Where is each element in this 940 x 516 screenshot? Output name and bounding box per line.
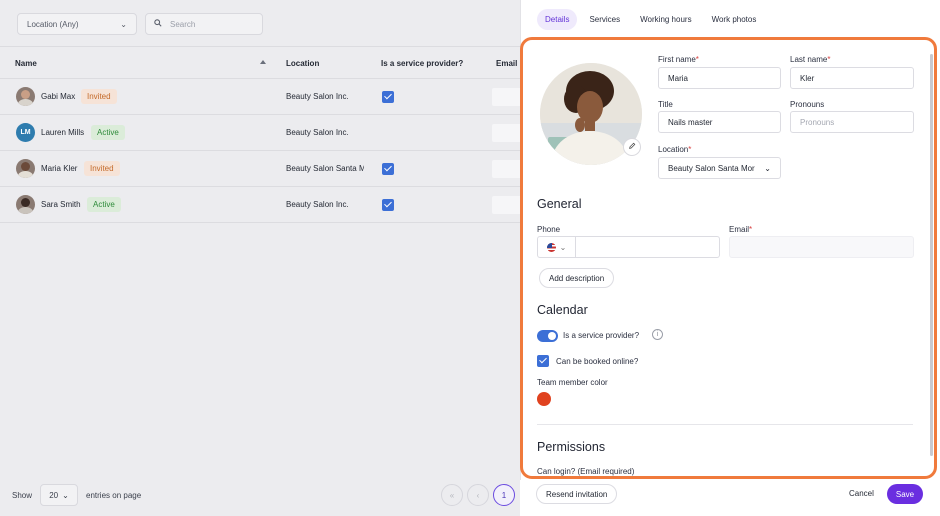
chevron-down-icon: ⌄	[764, 163, 771, 173]
last-name-label: Last name*	[790, 55, 831, 64]
search-icon	[154, 19, 162, 29]
location-value: Beauty Salon Santa Mor	[668, 163, 755, 173]
pronouns-field[interactable]: Pronouns	[790, 111, 914, 133]
booked-online-label: Can be booked online?	[556, 357, 639, 366]
avatar	[16, 159, 35, 178]
table-row[interactable]: Maria Kler Invited Beauty Salon Santa M	[0, 151, 520, 187]
tab-details[interactable]: Details	[537, 9, 578, 30]
member-name: Gabi Max	[41, 92, 76, 101]
save-button[interactable]: Save	[887, 484, 923, 504]
service-provider-checkbox[interactable]	[382, 199, 394, 211]
table-row[interactable]: LM Lauren Mills Active Beauty Salon Inc.	[0, 115, 520, 151]
member-location: Beauty Salon Inc.	[286, 128, 349, 137]
country-code-select[interactable]: ⌄	[538, 237, 576, 257]
add-description-button[interactable]: Add description	[539, 268, 615, 288]
avatar: LM	[16, 123, 35, 142]
page-size-select[interactable]: 20 ⌄	[40, 484, 79, 506]
search-input[interactable]: Search	[145, 13, 263, 35]
member-location: Beauty Salon Santa M	[286, 164, 364, 173]
table-row[interactable]: Sara Smith Active Beauty Salon Inc.	[0, 187, 520, 223]
first-name-field[interactable]: Maria	[658, 67, 781, 89]
pencil-icon	[628, 142, 636, 152]
first-name-label: First name*	[658, 55, 699, 64]
scrollbar[interactable]	[930, 54, 933, 456]
phone-label: Phone	[537, 225, 561, 234]
location-filter-value: Location (Any)	[27, 19, 79, 29]
tab-work-photos[interactable]: Work photos	[704, 9, 765, 30]
us-flag-icon	[546, 242, 556, 252]
team-list-area: Location (Any) ⌄ Search Name Location Is…	[0, 0, 520, 516]
booked-online-checkbox[interactable]	[537, 355, 549, 367]
team-member-color-label: Team member color	[537, 378, 608, 387]
pagination-footer: Show 20 ⌄ entries on page	[12, 484, 141, 506]
page-size-value: 20	[49, 490, 59, 500]
column-header-name[interactable]: Name	[15, 59, 37, 68]
info-icon[interactable]: i	[652, 329, 663, 340]
status-badge: Active	[91, 125, 125, 140]
service-provider-label: Is a service provider?	[563, 331, 640, 340]
column-header-location[interactable]: Location	[286, 59, 319, 68]
email-cell	[492, 124, 520, 142]
location-select[interactable]: Beauty Salon Santa Mor ⌄	[658, 157, 781, 179]
email-label: Email*	[729, 225, 753, 234]
location-filter-select[interactable]: Location (Any) ⌄	[17, 13, 137, 35]
entries-label: entries on page	[86, 490, 142, 500]
email-cell	[492, 196, 520, 214]
tab-working-hours[interactable]: Working hours	[632, 9, 699, 30]
member-name: Maria Kler	[41, 164, 78, 173]
location-label: Location*	[658, 145, 692, 154]
avatar	[16, 87, 35, 106]
sort-ascending-icon[interactable]	[260, 60, 266, 64]
filters-bar: Location (Any) ⌄ Search	[17, 13, 263, 35]
status-badge: Invited	[81, 89, 117, 104]
divider	[537, 424, 913, 425]
resend-invitation-button[interactable]: Resend invitation	[536, 484, 618, 504]
service-provider-toggle[interactable]	[537, 330, 558, 342]
search-placeholder: Search	[170, 19, 196, 29]
member-location: Beauty Salon Inc.	[286, 200, 349, 209]
table-row[interactable]: Gabi Max Invited Beauty Salon Inc.	[0, 79, 520, 115]
calendar-heading: Calendar	[537, 303, 588, 317]
pager: « ‹ 1	[441, 484, 515, 506]
chevron-down-icon: ⌄	[120, 19, 127, 29]
avatar	[16, 195, 35, 214]
service-provider-checkbox[interactable]	[382, 163, 394, 175]
chevron-down-icon: ⌄	[559, 242, 567, 252]
first-page-button[interactable]: «	[441, 484, 463, 506]
email-cell	[492, 160, 520, 178]
title-label: Title	[658, 100, 673, 109]
status-badge: Invited	[84, 161, 120, 176]
page-number-button[interactable]: 1	[493, 484, 515, 506]
title-field[interactable]: Nails master	[658, 111, 781, 133]
show-label: Show	[12, 490, 33, 500]
tab-services[interactable]: Services	[581, 9, 628, 30]
table-header: Name Location Is a service provider? Ema…	[0, 46, 520, 79]
member-name: Sara Smith	[41, 200, 81, 209]
details-form: First name* Maria Last name* Kler Title …	[520, 37, 937, 479]
action-bar: Resend invitation Cancel Save	[520, 480, 940, 516]
general-heading: General	[537, 197, 582, 211]
column-header-email[interactable]: Email	[496, 59, 517, 68]
email-cell	[492, 88, 520, 106]
phone-field[interactable]: ⌄	[537, 236, 720, 258]
chevron-down-icon: ⌄	[62, 490, 69, 500]
detail-tabs: Details Services Working hours Work phot…	[537, 9, 764, 30]
cancel-button[interactable]: Cancel	[849, 489, 874, 498]
email-field[interactable]	[729, 236, 914, 258]
member-location: Beauty Salon Inc.	[286, 92, 349, 101]
column-header-service-provider[interactable]: Is a service provider?	[381, 59, 463, 68]
pronouns-label: Pronouns	[790, 100, 825, 109]
permissions-heading: Permissions	[537, 440, 606, 454]
previous-page-button[interactable]: ‹	[467, 484, 489, 506]
can-login-label: Can login? (Email required)	[537, 467, 635, 476]
team-member-color-swatch[interactable]	[537, 392, 551, 406]
status-badge: Active	[87, 197, 121, 212]
member-name: Lauren Mills	[41, 128, 85, 137]
service-provider-checkbox[interactable]	[382, 91, 394, 103]
edit-photo-button[interactable]	[623, 138, 641, 156]
last-name-field[interactable]: Kler	[790, 67, 914, 89]
